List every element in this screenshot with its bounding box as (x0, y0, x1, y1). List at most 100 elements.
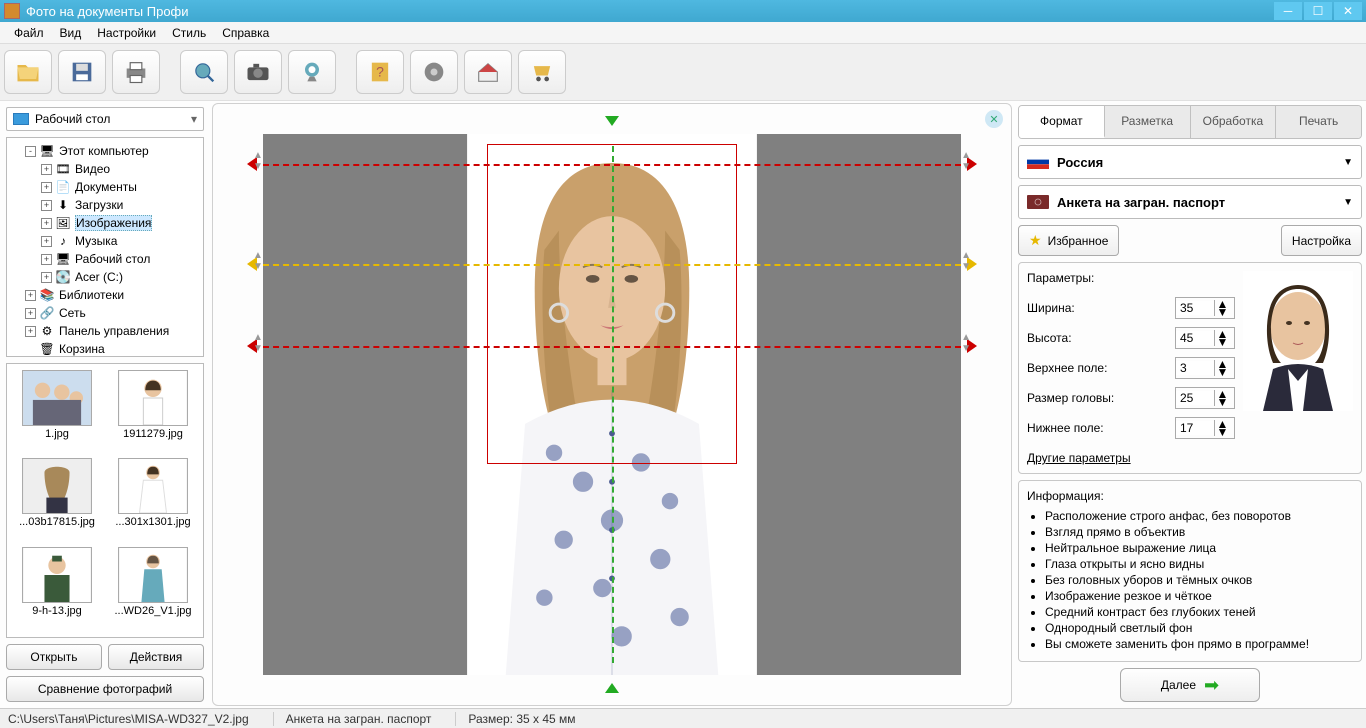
expand-toggle[interactable]: + (41, 236, 52, 247)
compare-button[interactable]: Сравнение фотографий (6, 676, 204, 702)
next-button[interactable]: Далее ➡ (1120, 668, 1260, 702)
help-button[interactable]: ? (356, 50, 404, 94)
tree-node[interactable]: +⚙Панель управления (9, 322, 201, 340)
bottom-red-guide[interactable] (263, 346, 961, 348)
open-button[interactable]: Открыть (6, 644, 102, 670)
maximize-button[interactable]: ☐ (1304, 2, 1332, 20)
info-item: Расположение строго анфас, без поворотов (1045, 509, 1353, 523)
expand-toggle[interactable]: + (25, 326, 36, 337)
tree-node[interactable]: +🎞Видео (9, 160, 201, 178)
info-item: Вы сможете заменить фон прямо в программ… (1045, 637, 1353, 651)
tree-node[interactable]: +🖼Изображения (9, 214, 201, 232)
thumbnail-item[interactable]: ...WD26_V1.jpg (109, 547, 197, 631)
tree-node[interactable]: +🖥Рабочий стол (9, 250, 201, 268)
thumbnail-image (118, 458, 188, 514)
print-button[interactable] (112, 50, 160, 94)
thumbnail-item[interactable]: 1911279.jpg (109, 370, 197, 454)
document-type-dropdown[interactable]: Анкета на загран. паспорт ▼ (1018, 185, 1362, 219)
tree-label: Рабочий стол (75, 252, 150, 266)
video-tutorial-button[interactable] (410, 50, 458, 94)
height-spinner[interactable]: ▲▼ (1175, 327, 1235, 349)
country-dropdown[interactable]: Россия ▼ (1018, 145, 1362, 179)
tree-node[interactable]: +📚Библиотеки (9, 286, 201, 304)
head-size-input[interactable] (1176, 391, 1214, 405)
favorites-button[interactable]: ★ Избранное (1018, 225, 1119, 256)
settings-button[interactable]: Настройка (1281, 225, 1362, 256)
right-panel: Формат Разметка Обработка Печать Россия … (1014, 101, 1366, 708)
tree-node[interactable]: +📄Документы (9, 178, 201, 196)
menu-view[interactable]: Вид (52, 24, 90, 42)
save-button[interactable] (58, 50, 106, 94)
top-red-guide[interactable] (263, 164, 961, 166)
cart-button[interactable] (518, 50, 566, 94)
camera-button[interactable] (234, 50, 282, 94)
minimize-button[interactable]: ─ (1274, 2, 1302, 20)
thumbnail-grid[interactable]: 1.jpg1911279.jpg...03b17815.jpg...301x13… (6, 363, 204, 638)
thumbnail-item[interactable]: ...03b17815.jpg (13, 458, 101, 542)
photo-canvas[interactable] (263, 134, 961, 675)
window-title: Фото на документы Профи (26, 4, 1272, 19)
thumbnail-caption: 9-h-13.jpg (13, 605, 101, 617)
menu-file[interactable]: Файл (6, 24, 52, 42)
expand-toggle[interactable]: + (41, 200, 52, 211)
top-margin-label: Верхнее поле: (1027, 361, 1175, 375)
home-button[interactable] (464, 50, 512, 94)
expand-toggle[interactable]: + (41, 254, 52, 265)
width-spinner[interactable]: ▲▼ (1175, 297, 1235, 319)
folder-tree[interactable]: -🖥Этот компьютер+🎞Видео+📄Документы+⬇Загр… (6, 137, 204, 357)
tree-node[interactable]: +🔗Сеть (9, 304, 201, 322)
tree-node[interactable]: +⬇Загрузки (9, 196, 201, 214)
expand-toggle[interactable]: + (41, 164, 52, 175)
tree-node[interactable]: 🗑Корзина (9, 340, 201, 357)
bottom-margin-input[interactable] (1176, 421, 1214, 435)
top-margin-input[interactable] (1176, 361, 1214, 375)
image-icon: 🖼 (55, 216, 71, 230)
thumbnail-item[interactable]: 9-h-13.jpg (13, 547, 101, 631)
expand-toggle[interactable]: + (41, 272, 52, 283)
sample-photo (1243, 271, 1353, 411)
tree-node[interactable]: +♪Музыка (9, 232, 201, 250)
tree-node[interactable]: +💽Acer (C:) (9, 268, 201, 286)
download-icon: ⬇ (55, 198, 71, 212)
expand-toggle[interactable]: + (41, 218, 52, 229)
expand-toggle[interactable]: + (25, 308, 36, 319)
info-item: Без головных уборов и тёмных очков (1045, 573, 1353, 587)
tab-format[interactable]: Формат (1019, 106, 1105, 138)
expand-toggle[interactable]: - (25, 146, 36, 157)
webcam-button[interactable] (288, 50, 336, 94)
top-handle-icon[interactable] (605, 116, 619, 126)
tab-markup[interactable]: Разметка (1105, 106, 1191, 138)
bottom-margin-spinner[interactable]: ▲▼ (1175, 417, 1235, 439)
thumbnail-item[interactable]: 1.jpg (13, 370, 101, 454)
editor-area: ✕ (210, 101, 1014, 708)
height-input[interactable] (1176, 331, 1214, 345)
tree-node[interactable]: -🖥Этот компьютер (9, 142, 201, 160)
close-button[interactable]: ✕ (1334, 2, 1362, 20)
tab-print[interactable]: Печать (1276, 106, 1361, 138)
yellow-guide[interactable] (263, 264, 961, 266)
thumbnail-item[interactable]: ...301x1301.jpg (109, 458, 197, 542)
menu-settings[interactable]: Настройки (89, 24, 164, 42)
actions-button[interactable]: Действия (108, 644, 204, 670)
tabs: Формат Разметка Обработка Печать (1018, 105, 1362, 139)
width-input[interactable] (1176, 301, 1214, 315)
head-size-label: Размер головы: (1027, 391, 1175, 405)
status-bar: C:\Users\Таня\Pictures\MISA-WD327_V2.jpg… (0, 708, 1366, 728)
head-size-spinner[interactable]: ▲▼ (1175, 387, 1235, 409)
open-folder-button[interactable] (4, 50, 52, 94)
menu-style[interactable]: Стиль (164, 24, 214, 42)
bottom-margin-label: Нижнее поле: (1027, 421, 1175, 435)
tree-label: Этот компьютер (59, 144, 149, 158)
thumbnail-image (22, 370, 92, 426)
tab-processing[interactable]: Обработка (1191, 106, 1277, 138)
close-preview-button[interactable]: ✕ (985, 110, 1003, 128)
top-margin-spinner[interactable]: ▲▼ (1175, 357, 1235, 379)
vertical-guide[interactable] (612, 146, 614, 663)
bottom-handle-icon[interactable] (605, 683, 619, 693)
other-parameters-link[interactable]: Другие параметры (1027, 451, 1235, 465)
web-search-button[interactable] (180, 50, 228, 94)
menu-help[interactable]: Справка (214, 24, 277, 42)
expand-toggle[interactable]: + (25, 290, 36, 301)
folder-location-dropdown[interactable]: Рабочий стол ▾ (6, 107, 204, 131)
expand-toggle[interactable]: + (41, 182, 52, 193)
